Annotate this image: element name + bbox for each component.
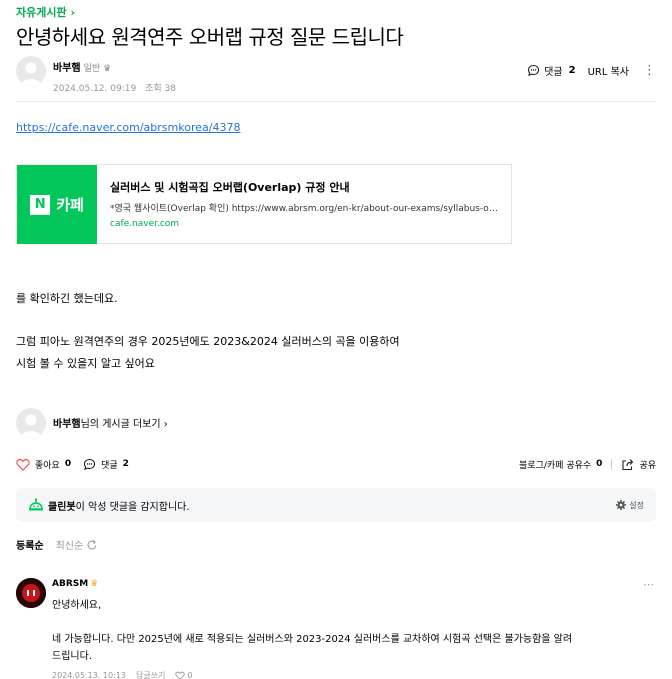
share-button[interactable]: 공유 [621,458,656,471]
comment-line: 안녕하세요, [52,600,102,611]
heart-icon [16,458,30,471]
naver-logo-icon: N [30,194,51,215]
setting-label: 설정 [629,500,644,510]
like-button[interactable]: 좋아요 0 [16,458,71,471]
more-posts-link[interactable]: 바부햄님의 게시글 더보기 › [53,415,168,430]
share-count: 블로그/카페 공유수 0 [519,458,602,471]
header-actions: 댓글 2 URL 복사 ⋮ [527,63,656,78]
comment-line: 드립니다. [52,651,92,662]
author-nickname[interactable]: 바부햄 [53,63,81,74]
comment-line: 네 가능합니다. 다만 2025년에 새로 적용되는 실러버스와 2023-20… [52,634,573,645]
divider [611,458,613,470]
more-options-icon[interactable]: ⋮ [643,63,656,78]
commenter-avatar[interactable] [16,578,46,608]
sort-latest-tab[interactable]: 최신순 [56,537,84,552]
cleanbot-icon [29,498,43,511]
comment-count: 2 [122,459,129,469]
cafe-thumbnail: N 카페 [17,165,97,244]
url-copy-button[interactable]: URL 복사 [588,63,629,78]
preview-description: *영국 웹사이트(Overlap 확인) https://www.abrsm.o… [110,204,498,214]
chevron-right-icon: › [70,6,75,19]
comment-count: 2 [568,65,576,76]
comment-button[interactable]: 댓글 2 [83,458,129,471]
comment-label: 댓글 [101,460,118,471]
more-posts-author: 바부햄 [53,419,81,430]
gear-icon [616,500,627,510]
more-posts-label: 님의 게시글 더보기 [80,419,161,430]
comment-reaction[interactable]: 0 [175,671,193,679]
board-name[interactable]: 자유게시판 [16,6,67,19]
author-grade: 일반 [83,64,101,74]
post-date: 2024.05.12. 09:19 [53,84,137,94]
post-title: 안녕하세요 원격연주 오버랩 규정 질문 드립니다 [16,25,404,49]
comment-line [52,614,642,631]
comment-more-icon[interactable]: ⋯ [643,578,654,591]
grade-icon: ♛ [103,64,112,74]
default-profile-icon [16,56,46,86]
comment-date: 2024.05.13. 10:13 [52,671,126,679]
sort-registered-tab[interactable]: 등록순 [16,537,44,552]
share-icon [622,458,634,470]
reaction-bar: 좋아요 0 댓글 2 블로그/카페 공유수 0 공유 [16,456,656,472]
comment-text: 안녕하세요, 네 가능합니다. 다만 2025년에 새로 적용되는 실러버스와 … [52,597,642,665]
crown-icon: ♛ [90,579,99,589]
post-body-link[interactable]: https://cafe.naver.com/abrsmkorea/4378 [16,121,240,134]
share-count-value: 0 [596,459,603,469]
heart-icon [175,671,186,679]
like-label: 좋아요 [35,460,60,471]
author-avatar[interactable] [16,56,46,86]
link-preview-card[interactable]: N 카페 실러버스 및 시험곡집 오버랩(Overlap) 규정 안내 *영국 … [16,164,512,244]
share-count-label: 블로그/카페 공유수 [519,460,592,471]
cleanbot-text: 이 악성 댓글을 감지합니다. [75,501,190,513]
reply-button[interactable]: 답글쓰기 [136,670,165,679]
comment-count-button[interactable]: 댓글 2 [527,63,576,78]
chevron-right-icon: › [163,419,168,430]
share-label: 공유 [639,460,656,471]
commenter-name[interactable]: ABRSM ♛ [52,579,98,589]
commenter-nickname: ABRSM [52,579,89,589]
cleanbot-banner: 클린봇 이 악성 댓글을 감지합니다. 설정 [16,488,656,522]
comment-icon [84,458,96,470]
comment-label: 댓글 [544,67,563,78]
refresh-icon[interactable] [86,539,98,551]
author-avatar-small[interactable] [16,408,46,438]
divider [16,101,656,102]
preview-title: 실러버스 및 시험곡집 오버랩(Overlap) 규정 안내 [110,181,350,194]
body-paragraph: 그럼 피아노 원격연주의 경우 2025년에도 2023&2024 실러버스의 … [16,335,400,348]
abrsm-logo-icon [16,578,46,608]
board-link[interactable]: 자유게시판 › [16,4,75,20]
preview-domain: cafe.naver.com [110,219,180,229]
cleanbot-name: 클린봇 [48,501,76,513]
reaction-count: 0 [187,671,193,679]
view-count: 조회 38 [145,84,176,94]
comment-icon [528,64,540,77]
author-info: 바부햄 일반 ♛ 2024.05.12. 09:19 조회 38 [53,56,176,94]
body-paragraph: 를 확인하긴 했는데요. [16,292,118,305]
like-count: 0 [64,459,72,469]
comment-meta: 2024.05.13. 10:13 답글쓰기 0 [52,670,193,679]
default-profile-icon [16,408,46,438]
body-paragraph: 시험 볼 수 있을지 알고 싶어요 [16,357,155,370]
cleanbot-setting-button[interactable]: 설정 [616,500,644,511]
cafe-brand-text: 카페 [56,196,84,214]
comment-sort: 등록순 최신순 [16,537,98,552]
